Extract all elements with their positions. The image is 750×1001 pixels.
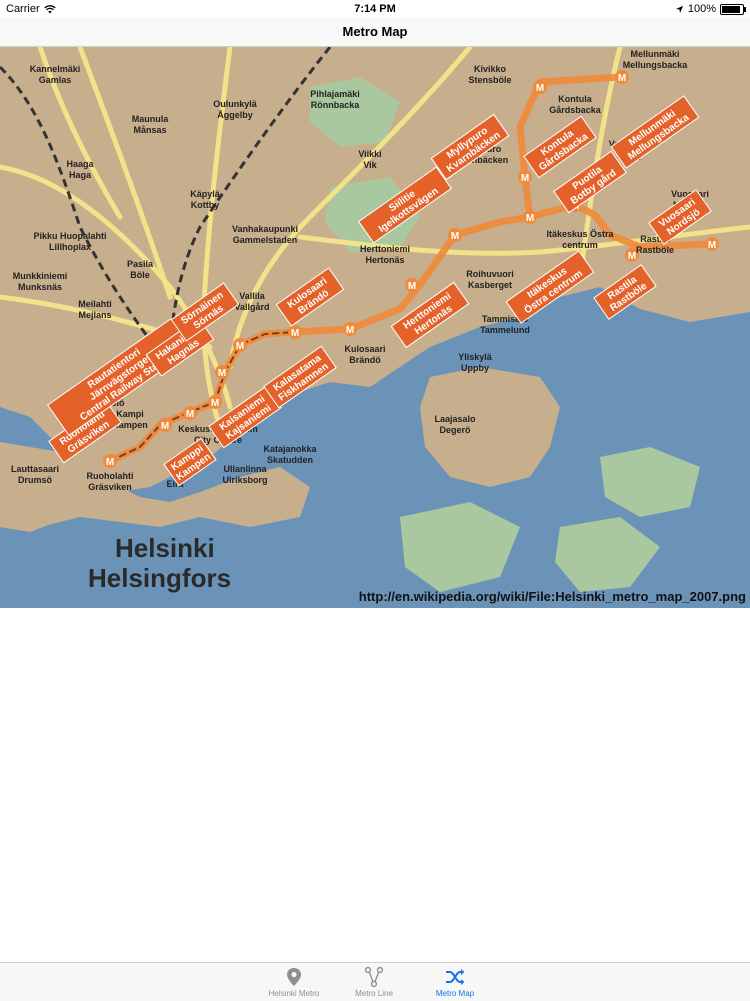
- district-label: Roihuvuori Kasberget: [466, 269, 514, 290]
- district-label: Meilahti Mejlans: [78, 299, 112, 320]
- svg-text:M: M: [618, 73, 626, 84]
- tab-helsinki-metro[interactable]: Helsinki Metro: [254, 963, 334, 1001]
- district-label: Ruoholahti Gräsviken: [87, 471, 134, 492]
- battery-percent: 100%: [687, 3, 716, 15]
- station-marker: M: [448, 228, 462, 242]
- location-arrow-icon: [675, 5, 683, 13]
- district-label: Ullanlinna Ulriksborg: [222, 464, 267, 485]
- svg-text:M: M: [236, 341, 244, 352]
- station-marker: M: [183, 406, 197, 420]
- svg-text:M: M: [186, 409, 194, 420]
- station-marker: M: [615, 70, 629, 84]
- navigation-bar: Metro Map: [0, 18, 750, 47]
- clock: 7:14 PM: [354, 3, 396, 15]
- station-marker: M: [705, 237, 719, 251]
- tab-metro-map[interactable]: Metro Map: [415, 963, 495, 1001]
- battery-fill: [722, 5, 740, 13]
- district-label: Käpylä Kottby: [190, 189, 221, 210]
- shuffle-icon: [446, 969, 465, 985]
- tab-label: Helsinki Metro: [268, 989, 320, 998]
- status-bar: Carrier 7:14 PM 100%: [0, 0, 750, 18]
- station-marker: M: [103, 454, 117, 468]
- district-label: Katajanokka Skatudden: [263, 444, 317, 465]
- station-marker: M: [533, 80, 547, 94]
- station-marker: M: [208, 395, 222, 409]
- page-title: Metro Map: [342, 24, 408, 39]
- district-label: Pihlajamäki Rönnbacka: [310, 89, 360, 110]
- svg-text:M: M: [291, 328, 299, 339]
- svg-text:M: M: [106, 457, 114, 468]
- station-marker: M: [343, 322, 357, 336]
- svg-text:M: M: [628, 251, 636, 262]
- district-label: Yliskylä Uppby: [458, 352, 493, 373]
- tab-bar: Helsinki Metro Metro Line Metro Map: [0, 962, 750, 1001]
- svg-text:M: M: [536, 83, 544, 94]
- map-pin-icon: [287, 968, 301, 986]
- city-name-sv: Helsingfors: [88, 563, 231, 593]
- tab-label: Metro Line: [355, 989, 393, 998]
- svg-text:M: M: [708, 240, 716, 251]
- svg-text:M: M: [521, 173, 529, 184]
- map-attribution: http://en.wikipedia.org/wiki/File:Helsin…: [358, 589, 746, 604]
- district-label: Oulunkylä Åggelby: [213, 99, 258, 120]
- svg-text:M: M: [451, 231, 459, 242]
- district-label: Vanhakaupunki Gammelstaden: [232, 224, 298, 245]
- station-marker: M: [405, 278, 419, 292]
- svg-text:M: M: [211, 398, 219, 409]
- svg-text:M: M: [408, 281, 416, 292]
- city-name-fi: Helsinki: [115, 533, 215, 563]
- svg-text:M: M: [526, 213, 534, 224]
- district-label: Vallila Vallgård: [234, 291, 269, 312]
- station-marker: M: [523, 210, 537, 224]
- svg-text:M: M: [346, 325, 354, 336]
- line-nodes-icon: [364, 966, 384, 988]
- station-marker: M: [215, 365, 229, 379]
- station-marker: M: [233, 338, 247, 352]
- svg-text:M: M: [161, 421, 169, 432]
- district-label: Laajasalo Degerö: [434, 414, 476, 435]
- district-label: Munkkiniemi Munksnäs: [13, 271, 68, 292]
- metro-map-svg: M M M M M M M M M M M M M M M M M Kannel…: [0, 47, 750, 608]
- district-label: Haaga Haga: [66, 159, 94, 180]
- station-marker: M: [518, 170, 532, 184]
- district-label: Herttoniemi Hertonäs: [360, 244, 410, 265]
- status-right: 100%: [675, 3, 746, 15]
- district-label: Kivikko Stensböle: [468, 64, 511, 85]
- district-label: Maunula Månsas: [132, 114, 169, 135]
- battery-icon: [720, 3, 746, 15]
- metro-map-image[interactable]: M M M M M M M M M M M M M M M M M Kannel…: [0, 47, 750, 608]
- station-marker: M: [158, 418, 172, 432]
- district-label: Mellunmäki Mellungsbacka: [623, 49, 689, 70]
- district-label: Kulosaari Brändö: [344, 344, 385, 365]
- svg-text:M: M: [218, 368, 226, 379]
- tab-label: Metro Map: [435, 989, 475, 998]
- station-marker: M: [288, 325, 302, 339]
- district-label: Lauttasaari Drumsö: [11, 464, 59, 485]
- tab-metro-line[interactable]: Metro Line: [334, 963, 414, 1001]
